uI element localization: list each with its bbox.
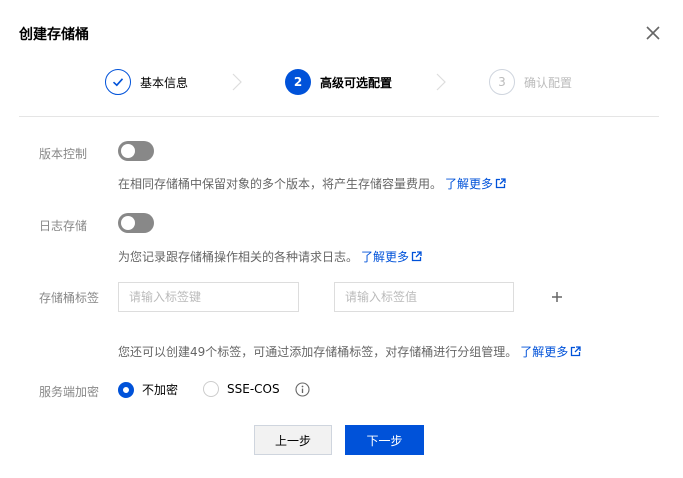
- tag-value-input[interactable]: [334, 282, 514, 312]
- learn-more-text: 了解更多: [445, 177, 494, 191]
- step-advanced-config: 2 高级可选配置: [285, 69, 392, 95]
- dialog-title: 创建存储桶: [19, 27, 89, 43]
- step-3-label: 确认配置: [524, 75, 573, 90]
- versioning-toggle[interactable]: [118, 141, 154, 161]
- external-link-icon: [571, 346, 581, 357]
- step-confirm-config: 3 确认配置: [489, 69, 572, 95]
- tags-learn-more-link[interactable]: 了解更多: [520, 343, 581, 360]
- logging-learn-more-link[interactable]: 了解更多: [361, 248, 422, 265]
- versioning-description-row: 在相同存储桶中保留对象的多个版本，将产生存储容量费用。 了解更多: [118, 175, 506, 192]
- learn-more-text: 了解更多: [361, 250, 410, 264]
- radio-sse-cos[interactable]: SSE-COS: [203, 381, 280, 397]
- toggle-knob: [121, 216, 135, 230]
- logging-description: 为您记录跟存储桶操作相关的各种请求日志。: [118, 250, 359, 264]
- toggle-knob: [121, 144, 135, 158]
- divider: [19, 116, 659, 117]
- chevron-right-icon: [436, 73, 446, 91]
- radio-dot-unchecked: [203, 381, 219, 397]
- logging-label: 日志存储: [39, 219, 88, 233]
- tags-description: 您还可以创建49个标签，可通过添加存储桶标签，对存储桶进行分组管理。: [118, 345, 518, 359]
- step-1-label: 基本信息: [140, 75, 189, 90]
- step-1-circle: [105, 69, 131, 95]
- tag-key-input[interactable]: [118, 282, 299, 312]
- close-icon[interactable]: [643, 23, 663, 43]
- logging-toggle[interactable]: [118, 213, 154, 233]
- create-bucket-dialog: 创建存储桶 基本信息 2 高级可选配置 3 确认配置 版本控制 在相同存储桶中保…: [0, 0, 683, 478]
- step-3-number: 3: [489, 69, 515, 95]
- step-2-number: 2: [285, 69, 311, 95]
- external-link-icon: [495, 178, 506, 189]
- step-basic-info: 基本信息: [105, 69, 188, 95]
- radio-no-encryption[interactable]: 不加密: [118, 381, 178, 398]
- versioning-learn-more-link[interactable]: 了解更多: [445, 175, 506, 192]
- step-2-label: 高级可选配置: [320, 75, 393, 90]
- radio-dot-checked: [118, 381, 134, 398]
- chevron-right-icon: [232, 73, 242, 91]
- learn-more-text: 了解更多: [520, 345, 569, 359]
- radio-label: SSE-COS: [227, 382, 280, 396]
- tags-description-row: 您还可以创建49个标签，可通过添加存储桶标签，对存储桶进行分组管理。 了解更多: [118, 343, 581, 360]
- info-icon[interactable]: [295, 382, 310, 397]
- prev-step-button[interactable]: 上一步: [254, 425, 332, 455]
- encryption-label: 服务端加密: [39, 385, 100, 399]
- radio-label: 不加密: [142, 383, 179, 397]
- plus-icon[interactable]: [549, 289, 565, 305]
- versioning-description: 在相同存储桶中保留对象的多个版本，将产生存储容量费用。: [118, 177, 443, 191]
- check-icon: [112, 78, 124, 87]
- next-step-button[interactable]: 下一步: [345, 425, 424, 455]
- external-link-icon: [411, 251, 422, 262]
- versioning-label: 版本控制: [39, 147, 88, 161]
- logging-description-row: 为您记录跟存储桶操作相关的各种请求日志。 了解更多: [118, 248, 422, 265]
- tags-label: 存储桶标签: [39, 291, 100, 305]
